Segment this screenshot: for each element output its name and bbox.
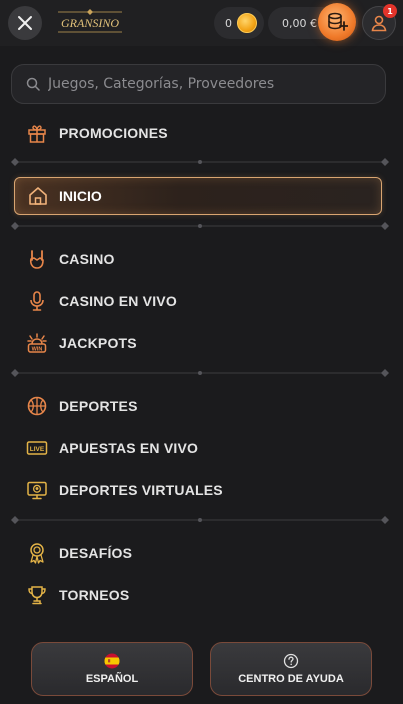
- coins-pill[interactable]: 0: [214, 7, 264, 39]
- search-bar[interactable]: [11, 64, 386, 104]
- menu-item-promociones[interactable]: PROMOCIONES: [0, 116, 403, 150]
- notification-badge: 1: [383, 4, 397, 18]
- menu-item-jackpots[interactable]: WIN JACKPOTS: [0, 326, 403, 360]
- menu-label-promociones: PROMOCIONES: [59, 125, 168, 141]
- menu-label-torneos: TORNEOS: [59, 587, 130, 603]
- balance-value: 0,00 €: [282, 16, 317, 30]
- language-label: ESPAÑOL: [85, 673, 139, 685]
- jackpot-win-icon: WIN: [26, 332, 48, 354]
- search-icon: [26, 77, 40, 91]
- top-bar: GRANSINO 0 0,00 € 1: [0, 0, 403, 46]
- menu-item-casino[interactable]: CASINO: [0, 242, 403, 276]
- trophy-icon: [26, 584, 48, 606]
- basketball-icon: [26, 395, 48, 417]
- coins-value: 0: [225, 16, 232, 30]
- menu-label-inicio: INICIO: [59, 188, 102, 204]
- deposit-icon: [328, 12, 348, 31]
- menu-item-inicio[interactable]: INICIO: [14, 177, 382, 215]
- menu-item-torneos[interactable]: TORNEOS: [0, 578, 403, 612]
- menu-label-casino: CASINO: [59, 251, 115, 267]
- gransino-logo[interactable]: GRANSINO: [56, 8, 124, 36]
- language-button[interactable]: ESPAÑOL: [31, 642, 193, 696]
- help-center-label: CENTRO DE AYUDA: [238, 673, 344, 685]
- section-divider: [11, 369, 389, 377]
- gift-icon: [26, 122, 48, 144]
- menu-label-desafios: DESAFÍOS: [59, 545, 133, 561]
- virtual-sports-monitor-icon: [26, 479, 48, 501]
- help-question-icon: [283, 653, 299, 669]
- menu-label-casino-en-vivo: CASINO EN VIVO: [59, 293, 177, 309]
- section-divider: [11, 222, 389, 230]
- menu-item-apuestas-en-vivo[interactable]: LIVE APUESTAS EN VIVO: [0, 431, 403, 465]
- section-divider: [11, 516, 389, 524]
- coin-icon: [237, 13, 257, 33]
- microphone-icon: [26, 290, 48, 312]
- live-icon-text: LIVE: [30, 446, 45, 453]
- user-profile-button[interactable]: 1: [362, 4, 397, 40]
- menu-label-jackpots: JACKPOTS: [59, 335, 137, 351]
- menu-item-casino-en-vivo[interactable]: CASINO EN VIVO: [0, 284, 403, 318]
- menu-item-deportes[interactable]: DEPORTES: [0, 389, 403, 423]
- menu-label-deportes-virtuales: DEPORTES VIRTUALES: [59, 482, 223, 498]
- rock-hand-icon: [26, 248, 48, 270]
- section-divider: [11, 158, 389, 166]
- spain-flag-icon: [104, 653, 120, 669]
- svg-text:GRANSINO: GRANSINO: [61, 16, 119, 30]
- menu-label-apuestas-en-vivo: APUESTAS EN VIVO: [59, 440, 199, 456]
- close-button[interactable]: [8, 6, 42, 40]
- help-center-button[interactable]: CENTRO DE AYUDA: [210, 642, 372, 696]
- menu-label-deportes: DEPORTES: [59, 398, 138, 414]
- close-icon: [18, 16, 32, 30]
- award-medal-icon: [26, 542, 48, 564]
- menu-item-desafios[interactable]: DESAFÍOS: [0, 536, 403, 570]
- jackpot-win-text: WIN: [32, 347, 43, 353]
- home-icon: [27, 185, 49, 207]
- deposit-button[interactable]: [318, 3, 356, 41]
- menu-item-deportes-virtuales[interactable]: DEPORTES VIRTUALES: [0, 473, 403, 507]
- live-icon: LIVE: [26, 437, 48, 459]
- search-input[interactable]: [48, 76, 368, 92]
